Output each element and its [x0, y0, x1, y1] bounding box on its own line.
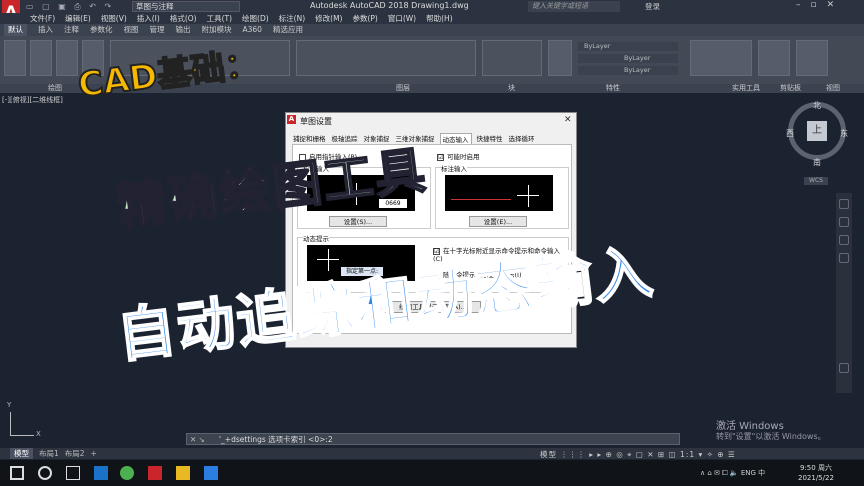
- task-view-icon[interactable]: [66, 466, 80, 480]
- dynamic-prompt-label: 动态提示: [303, 233, 329, 243]
- viewcube-top-face[interactable]: 上: [807, 121, 827, 141]
- ucs-y-axis: [10, 412, 11, 436]
- menu-item-2[interactable]: 视图(V): [101, 13, 127, 24]
- ribbon-tab-1[interactable]: 插入: [38, 24, 53, 36]
- menu-item-1[interactable]: 编辑(E): [65, 13, 91, 24]
- panel-label-clipboard: 剪贴板: [780, 84, 801, 92]
- command-line-icons[interactable]: ✕ ↘: [190, 434, 205, 445]
- viewcube-south[interactable]: 南: [813, 157, 821, 168]
- window-controls[interactable]: –▫✕: [796, 0, 844, 10]
- viewport-label[interactable]: [-][俯视][二维线框]: [2, 95, 63, 105]
- activate-windows-title: 激活 Windows: [716, 421, 784, 432]
- file-explorer-icon[interactable]: [176, 466, 190, 480]
- panel-label-draw: 绘图: [48, 84, 62, 92]
- ribbon-tab-5[interactable]: 管理: [150, 24, 165, 36]
- layout-tab-0[interactable]: 模型: [10, 448, 33, 459]
- view-tools[interactable]: [796, 40, 828, 76]
- clipboard-paste-icon[interactable]: [758, 40, 790, 76]
- search-input[interactable]: 键入关键字或短语: [528, 1, 620, 12]
- close-icon[interactable]: ✕: [564, 115, 572, 125]
- navigation-bar: [836, 193, 852, 393]
- panel-label-utilities: 实用工具: [732, 84, 760, 92]
- layout-tab-1[interactable]: 布局1: [39, 448, 59, 459]
- linetype-select[interactable]: ByLayer: [578, 54, 678, 63]
- clock-date[interactable]: 2021/5/22: [798, 474, 834, 482]
- layout-tab-3[interactable]: +: [91, 448, 97, 459]
- status-bar[interactable]: 模型 ⋮⋮⋮ ▸ ▸ ⊕ ◎ ⌖ ▢ ✕ ⊞ ◫ 1:1 ▾ ✧ ⊕ ☰: [540, 449, 736, 460]
- block-tools[interactable]: [482, 40, 542, 76]
- mail-icon[interactable]: [94, 466, 108, 480]
- autocad-taskbar-icon[interactable]: [148, 466, 162, 480]
- ribbon-tab-0[interactable]: 默认: [4, 24, 27, 36]
- pointer-settings-button[interactable]: 设置(S)...: [329, 216, 387, 227]
- dialog-app-icon: A: [287, 115, 296, 124]
- menu-item-0[interactable]: 文件(F): [30, 13, 55, 24]
- ribbon-tab-4[interactable]: 视图: [124, 24, 139, 36]
- chrome-icon[interactable]: [120, 466, 134, 480]
- panel-label-block: 块: [508, 84, 515, 92]
- ribbon-tab-bar: 默认 插入 注释 参数化 视图 管理 输出 附加模块 A360 精选应用: [0, 24, 864, 36]
- wcs-menu[interactable]: WCS: [804, 177, 828, 185]
- menu-item-11[interactable]: 帮助(H): [426, 13, 453, 24]
- search-icon[interactable]: [38, 466, 52, 480]
- command-text: '_+dsettings 选项卡索引 <0>:2: [219, 435, 333, 444]
- menu-item-3[interactable]: 插入(I): [137, 13, 160, 24]
- ribbon-tab-7[interactable]: 附加模块: [202, 24, 232, 36]
- menu-item-9[interactable]: 参数(P): [352, 13, 377, 24]
- workspace-select[interactable]: 草图与注释: [132, 1, 240, 12]
- ribbon-tab-3[interactable]: 参数化: [90, 24, 113, 36]
- steering-wheel-icon[interactable]: [839, 199, 849, 209]
- viewcube-east[interactable]: 东: [840, 128, 848, 139]
- utilities-tools[interactable]: [690, 40, 752, 76]
- match-properties-icon[interactable]: [548, 40, 572, 76]
- enable-dim-input-checkbox[interactable]: ☑ 可能时启用: [437, 151, 480, 161]
- windows-start-icon[interactable]: [10, 466, 24, 480]
- layer-tools[interactable]: [296, 40, 476, 76]
- ucs-x-axis: [10, 435, 34, 436]
- panel-label-layer: 图层: [396, 84, 410, 92]
- ribbon-tab-8[interactable]: A360: [243, 24, 262, 36]
- menu-item-4[interactable]: 格式(O): [170, 13, 197, 24]
- command-line[interactable]: ✕ ↘ '_+dsettings 选项卡索引 <0>:2: [186, 433, 680, 445]
- dim-settings-button[interactable]: 设置(E)...: [469, 216, 527, 227]
- ribbon-tab-6[interactable]: 输出: [176, 24, 191, 36]
- panel-label-properties: 特性: [606, 84, 620, 92]
- dialog-title: 草图设置: [300, 117, 332, 126]
- polyline-tool-icon[interactable]: [30, 40, 52, 76]
- ribbon-tab-9[interactable]: 精选应用: [273, 24, 303, 36]
- menu-item-5[interactable]: 工具(T): [207, 13, 232, 24]
- menu-item-10[interactable]: 窗口(W): [388, 13, 416, 24]
- clock-time[interactable]: 9:50 周六: [800, 463, 832, 473]
- layout-tab-2[interactable]: 布局2: [65, 448, 85, 459]
- viewcube-west[interactable]: 西: [786, 128, 794, 139]
- app-taskbar-icon[interactable]: [204, 466, 218, 480]
- activate-windows-subtitle: 转到"设置"以激活 Windows。: [716, 432, 826, 441]
- dim-preview: [445, 175, 553, 211]
- dialog-tab-6[interactable]: 选择循环: [508, 133, 536, 144]
- system-tray[interactable]: ∧ ⌂ ✉ ⧠ 🔈 ENG 中: [700, 468, 765, 478]
- app-title: Autodesk AutoCAD 2018 Drawing1.dwg: [310, 1, 469, 10]
- pan-icon[interactable]: [839, 217, 849, 227]
- color-select[interactable]: ByLayer: [578, 42, 678, 51]
- zoom-icon[interactable]: [839, 235, 849, 245]
- line-tool-icon[interactable]: [4, 40, 26, 76]
- ribbon-tab-2[interactable]: 注释: [64, 24, 79, 36]
- ucs-y-label: Y: [7, 401, 12, 409]
- showmotion-icon[interactable]: [839, 363, 849, 373]
- dim-input-label: 标注输入: [441, 163, 467, 173]
- lineweight-select[interactable]: ByLayer: [578, 66, 678, 75]
- menu-bar: 文件(F) 编辑(E) 视图(V) 插入(I) 格式(O) 工具(T) 绘图(D) 标注(N)…: [0, 13, 864, 24]
- orbit-icon[interactable]: [839, 253, 849, 263]
- viewcube-north[interactable]: 北: [813, 100, 821, 111]
- dialog-tab-4[interactable]: 动态输入: [439, 133, 472, 144]
- ucs-x-label: X: [36, 430, 41, 438]
- menu-item-8[interactable]: 修改(M): [315, 13, 342, 24]
- panel-label-view: 视图: [826, 84, 840, 92]
- quick-access-toolbar[interactable]: ▭ ▢ ▣ ⎙ ↶ ↷: [26, 2, 114, 12]
- login-button[interactable]: 登录: [645, 1, 660, 12]
- menu-item-7[interactable]: 标注(N): [279, 13, 305, 24]
- menu-item-6[interactable]: 绘图(D): [242, 13, 269, 24]
- dialog-tab-5[interactable]: 快捷特性: [476, 133, 504, 144]
